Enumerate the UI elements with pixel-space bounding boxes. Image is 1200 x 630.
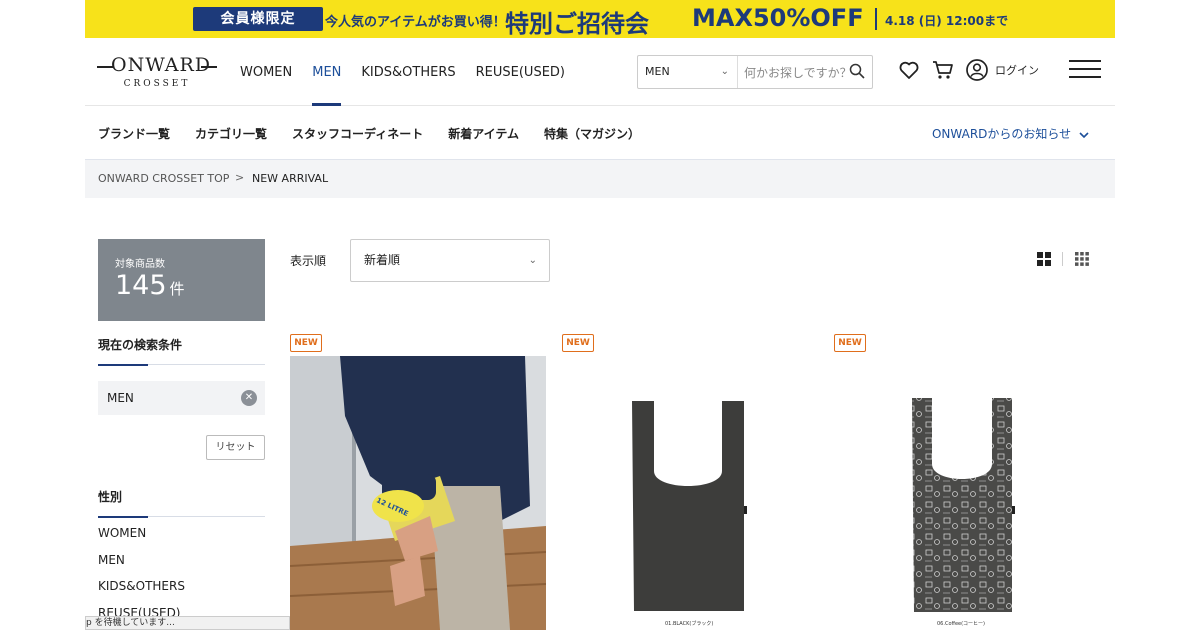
main-nav: WOMEN MEN KIDS&OTHERS REUSE(USED) <box>240 65 565 106</box>
product-image[interactable]: 06.Coffee(コーヒー) <box>834 356 1090 630</box>
product-card[interactable]: NEW 12 LITRE <box>290 334 546 630</box>
subnav-staff-coordinate[interactable]: スタッフコーディネート <box>292 125 423 142</box>
section-divider <box>98 516 265 518</box>
result-count-unit: 件 <box>169 280 185 298</box>
logo-sub: CROSSET <box>123 79 191 89</box>
view-toggle <box>1037 252 1092 268</box>
new-badge: NEW <box>562 334 594 352</box>
clear-icon[interactable]: ✕ <box>241 390 257 406</box>
search-input[interactable]: 何かお探しですか？ <box>738 64 852 81</box>
subnav-magazine[interactable]: 特集（マガジン） <box>544 125 640 142</box>
sort-value: 新着順 <box>364 253 401 267</box>
breadcrumb: ONWARD CROSSET TOP > NEW ARRIVAL <box>85 160 1115 198</box>
cart-icon[interactable] <box>931 58 955 82</box>
current-conditions-heading: 現在の検索条件 <box>98 338 183 352</box>
promo-banner[interactable]: 会員様限定 今人気のアイテムがお買い得！ 特別ご招待会 MAX50%OFF 4.… <box>85 0 1115 38</box>
nav-kids-others[interactable]: KIDS&OTHERS <box>361 65 455 84</box>
section-divider <box>98 364 265 366</box>
result-count-box: 対象商品数 145 件 <box>98 239 265 321</box>
subnav-categories[interactable]: カテゴリ一覧 <box>195 125 267 142</box>
reset-button[interactable]: リセット <box>206 435 265 460</box>
condition-label: MEN <box>107 391 134 405</box>
hamburger-menu-icon[interactable] <box>1069 60 1101 80</box>
gender-filter-list: WOMEN MEN KIDS&OTHERS REUSE(USED) <box>98 526 185 630</box>
browser-status-bar: p を待機しています... <box>85 616 290 630</box>
onward-crosset-logo[interactable]: ONWARD CROSSET <box>97 52 217 92</box>
gender-option-kids-others[interactable]: KIDS&OTHERS <box>98 579 185 606</box>
logo-word: ONWARD <box>111 54 212 76</box>
subnav-brands[interactable]: ブランド一覧 <box>98 125 170 142</box>
gender-heading: 性別 <box>98 490 123 504</box>
banner-date: 4.18 (日) 12:00まで <box>885 14 1009 28</box>
chevron-down-icon: ⌄ <box>528 255 537 266</box>
site-header: ONWARD CROSSET WOMEN MEN KIDS&OTHERS REU… <box>85 38 1115 106</box>
chevron-down-icon: ⌄ <box>720 66 729 77</box>
view-toggle-divider <box>1062 252 1063 266</box>
banner-discount: MAX50%OFF <box>692 4 864 32</box>
search-category-value: MEN <box>645 65 670 78</box>
product-caption: 06.Coffee(コーヒー) <box>937 621 986 627</box>
chevron-down-icon <box>1079 131 1089 138</box>
chevron-right-icon: > <box>235 171 245 184</box>
members-only-pill: 会員様限定 <box>193 7 323 31</box>
subnav-new-items[interactable]: 新着アイテム <box>448 125 519 142</box>
new-badge: NEW <box>290 334 322 352</box>
product-card[interactable]: NEW 06.Coffee(コーヒー) <box>834 334 1090 630</box>
header-icons: ログイン <box>897 58 1101 82</box>
breadcrumb-top[interactable]: ONWARD CROSSET TOP <box>98 172 229 185</box>
logo-right-rule <box>201 66 217 68</box>
nav-women[interactable]: WOMEN <box>240 65 292 84</box>
product-image[interactable]: 12 LITRE <box>290 356 546 630</box>
notice-label: ONWARDからのお知らせ <box>931 127 1072 141</box>
nav-men[interactable]: MEN <box>312 65 342 106</box>
result-count-label: 対象商品数 <box>115 259 165 270</box>
search-condition-chip: MEN ✕ <box>98 381 265 415</box>
banner-divider <box>875 8 877 30</box>
login-link[interactable]: ログイン <box>995 62 1039 78</box>
new-badge: NEW <box>834 334 866 352</box>
banner-headline: 特別ご招待会 <box>505 10 649 38</box>
heart-icon[interactable] <box>897 58 921 82</box>
grid-large-icon[interactable] <box>1037 252 1051 266</box>
nav-reuse[interactable]: REUSE(USED) <box>476 65 565 84</box>
grid-small-icon[interactable] <box>1075 252 1089 266</box>
sub-nav: ブランド一覧 カテゴリ一覧 スタッフコーディネート 新着アイテム 特集（マガジン… <box>85 106 1115 160</box>
product-image[interactable]: 01.BLACK(ブラック) <box>562 356 818 630</box>
search-icon[interactable] <box>849 63 865 79</box>
result-count-value: 145 <box>115 270 167 301</box>
sort-label: 表示順 <box>290 254 327 268</box>
gender-option-men[interactable]: MEN <box>98 553 185 580</box>
breadcrumb-current: NEW ARRIVAL <box>252 172 329 185</box>
search-category-select[interactable]: MEN ⌄ <box>638 56 738 88</box>
notice-dropdown[interactable]: ONWARDからのお知らせ <box>932 125 1089 142</box>
page: 会員様限定 今人気のアイテムがお買い得！ 特別ご招待会 MAX50%OFF 4.… <box>85 0 1115 630</box>
search-box: MEN ⌄ 何かお探しですか？ <box>637 55 873 89</box>
product-card[interactable]: NEW 01.BLACK(ブラック) <box>562 334 818 630</box>
user-icon[interactable] <box>965 58 989 82</box>
product-caption: 01.BLACK(ブラック) <box>665 621 714 627</box>
sort-select[interactable]: 新着順 ⌄ <box>350 239 550 282</box>
gender-option-women[interactable]: WOMEN <box>98 526 185 553</box>
result-count: 145 件 <box>115 270 185 301</box>
banner-lead-text: 今人気のアイテムがお買い得！ <box>325 15 506 30</box>
